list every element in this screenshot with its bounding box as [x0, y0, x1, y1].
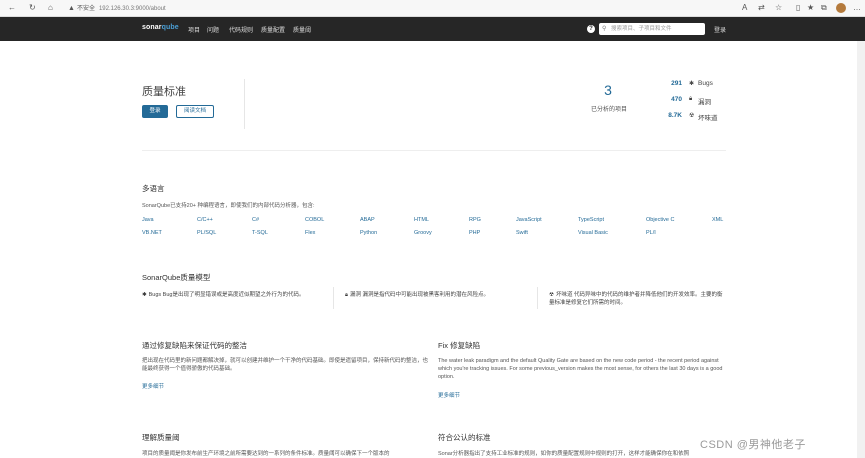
- split-screen-icon[interactable]: ▯: [796, 3, 800, 13]
- section-divider: [142, 150, 726, 151]
- page-title: 质量标准: [142, 86, 186, 98]
- quality-model-divider: [333, 287, 334, 309]
- lang-groovy[interactable]: Groovy: [414, 230, 432, 236]
- smell-icon: ☢: [549, 292, 554, 298]
- login-button[interactable]: 登录: [142, 105, 168, 118]
- lang-visual-basic[interactable]: Visual Basic: [578, 230, 608, 236]
- search-icon: ⚲: [602, 26, 607, 32]
- lang-plsql[interactable]: PL/SQL: [197, 230, 216, 236]
- warning-icon: ▲: [68, 5, 75, 12]
- more-icon[interactable]: …: [853, 3, 861, 13]
- reload-icon[interactable]: ↻: [29, 3, 36, 13]
- vulnerabilities-label: 漏洞: [698, 99, 711, 106]
- search-placeholder: 搜索项目、子项目和文件: [611, 26, 672, 32]
- fix-leak-text: The water leak paradigm and the default …: [438, 358, 723, 380]
- profile-avatar[interactable]: [836, 3, 846, 13]
- quality-model-code-smells-text: 坏味道 代码异味中的代码的维护者并降低他们的开发效率。主要的衡量标准是修复它们所…: [549, 292, 723, 306]
- address-bar[interactable]: ▲ 不安全 192.126.30.3:9000/about: [68, 2, 688, 15]
- quality-model-title: SonarQube质量模型: [142, 273, 211, 282]
- search-input[interactable]: ⚲ 搜索项目、子项目和文件: [599, 23, 705, 35]
- lang-csharp[interactable]: C#: [252, 217, 259, 223]
- help-icon[interactable]: ?: [587, 25, 595, 33]
- lang-objective-c[interactable]: Objective C: [646, 217, 674, 223]
- languages-description: SonarQube已支持20+ 种编程语言，即使我们的内部代码分析器，包含:: [142, 203, 315, 209]
- quality-model-vulnerabilities: 🔒︎ 漏洞 漏洞是指代码中可能出现被黑客利用的潜在风险点。: [345, 291, 520, 299]
- vulnerabilities-count[interactable]: 470: [650, 96, 682, 103]
- lang-abap[interactable]: ABAP: [360, 217, 375, 223]
- clean-code-more-link[interactable]: 更多细节: [142, 382, 164, 390]
- quality-model-bugs: ✱ Bugs Bug是出现了明显错误或是高度近似期望之外行为的代码。: [142, 291, 317, 299]
- favorites-icon[interactable]: ★: [807, 3, 814, 13]
- projects-count[interactable]: 3: [596, 82, 620, 98]
- lang-tsql[interactable]: T-SQL: [252, 230, 268, 236]
- quality-model-vulnerabilities-text: 漏洞 漏洞是指代码中可能出现被黑客利用的潜在风险点。: [349, 292, 489, 298]
- lang-php[interactable]: PHP: [469, 230, 480, 236]
- logo-suffix: qube: [161, 24, 179, 31]
- lang-typescript[interactable]: TypeScript: [578, 217, 604, 223]
- browser-toolbar: ← ↻ ⌂ ▲ 不安全 192.126.30.3:9000/about A ⇄ ☆ …: [0, 0, 865, 17]
- bugs-label: Bugs: [698, 80, 713, 87]
- csdn-watermark: CSDN @男神他老子: [700, 439, 806, 451]
- quality-model-divider: [537, 287, 538, 309]
- languages-title: 多语言: [142, 184, 165, 193]
- nav-quality-gates[interactable]: 质量阈: [293, 25, 311, 34]
- lang-cobol[interactable]: COBOL: [305, 217, 324, 223]
- nav-projects[interactable]: 项目: [188, 25, 200, 34]
- back-icon[interactable]: ←: [8, 3, 16, 13]
- nav-issues[interactable]: 问题: [207, 25, 219, 34]
- code-smells-count[interactable]: 8.7K: [650, 112, 682, 119]
- lang-html[interactable]: HTML: [414, 217, 429, 223]
- lang-cpp[interactable]: C/C++: [197, 217, 213, 223]
- security-label: 不安全: [76, 6, 95, 12]
- lang-java[interactable]: Java: [142, 217, 154, 223]
- sonarqube-logo[interactable]: sonarqube: [142, 24, 179, 31]
- bug-icon: ✱: [689, 81, 695, 87]
- lang-vbnet[interactable]: VB.NET: [142, 230, 162, 236]
- hero-divider: [244, 79, 245, 129]
- lang-pli[interactable]: PL/I: [646, 230, 656, 236]
- top-navigation: sonarqube 项目 问题 代码规则 质量配置 质量阈 ? ⚲ 搜索项目、子项…: [0, 17, 865, 41]
- page-scrollbar[interactable]: [857, 41, 865, 458]
- quality-gate-title: 理解质量阈: [142, 433, 180, 442]
- fix-leak-more-link[interactable]: 更多细节: [438, 391, 460, 399]
- lock-icon: 🔒︎: [345, 292, 348, 298]
- lang-xml[interactable]: XML: [712, 217, 723, 223]
- projects-label: 已分析的项目: [590, 107, 627, 113]
- quality-model-bugs-text: Bugs Bug是出现了明显错误或是高度近似期望之外行为的代码。: [148, 292, 305, 298]
- logo-prefix: sonar: [142, 24, 162, 31]
- nav-quality-profiles[interactable]: 质量配置: [261, 25, 285, 34]
- favorite-icon[interactable]: ☆: [775, 3, 782, 13]
- standards-text: Sonar分析器指出了支持工业标准的规则，如你的质量配置规则中规则的打开，这样才…: [438, 451, 690, 457]
- lang-rpg[interactable]: RPG: [469, 217, 481, 223]
- collections-icon[interactable]: ⧉: [821, 3, 827, 13]
- read-aloud-icon[interactable]: A: [742, 3, 747, 13]
- nav-rules[interactable]: 代码规则: [229, 25, 253, 34]
- lang-swift[interactable]: Swift: [516, 230, 528, 236]
- login-link[interactable]: 登录: [714, 25, 726, 34]
- clean-code-title: 通过修复缺陷来保证代码的整洁: [142, 341, 247, 350]
- quality-model-code-smells: ☢ 坏味道 代码异味中的代码的维护者并降低他们的开发效率。主要的衡量标准是修复它们…: [549, 291, 724, 307]
- quality-gate-text: 项目的质量阈是你发布前生产环境之前所需要达到的一系列的条件标准。质量阈可以确保下…: [142, 451, 390, 457]
- fix-leak-title: Fix 修复缺陷: [438, 341, 481, 350]
- read-docs-button[interactable]: 阅读文档: [176, 105, 214, 118]
- clean-code-text: 把出现在代码里的新问题都解决掉，就可以创建并维护一个干净的代码基础。即使是遗留项…: [142, 358, 429, 372]
- translate-icon[interactable]: ⇄: [758, 3, 765, 13]
- lang-javascript[interactable]: JavaScript: [516, 217, 542, 223]
- bug-icon: ✱: [142, 292, 147, 298]
- home-icon[interactable]: ⌂: [48, 3, 53, 13]
- lang-python[interactable]: Python: [360, 230, 377, 236]
- lock-icon: 🔒︎: [689, 96, 693, 102]
- bugs-count[interactable]: 291: [650, 80, 682, 87]
- url-text[interactable]: 192.126.30.3:9000/about: [99, 6, 166, 12]
- standards-title: 符合公认的标准: [438, 433, 491, 442]
- code-smells-label: 坏味道: [698, 115, 718, 122]
- smell-icon: ☢: [689, 113, 695, 119]
- lang-flex[interactable]: Flex: [305, 230, 315, 236]
